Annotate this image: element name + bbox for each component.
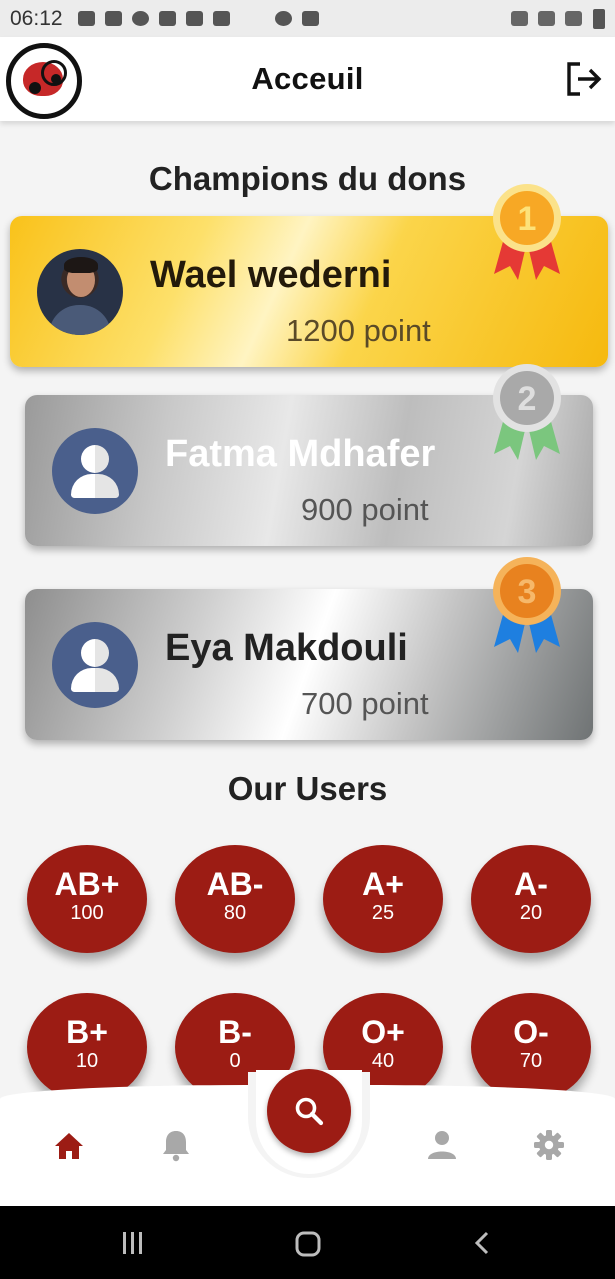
blood-count: 100 <box>70 902 104 924</box>
blood-type: O- <box>513 1014 549 1050</box>
blood-group-a-minus[interactable]: A- 20 <box>471 845 591 953</box>
silver-medal-icon: 2 <box>493 364 561 460</box>
blood-count: 70 <box>519 1050 543 1072</box>
champion-points: 700 point <box>301 686 429 721</box>
blood-type: B- <box>218 1014 252 1050</box>
bronze-medal-icon: 3 <box>493 557 561 653</box>
blood-group-ab-minus[interactable]: AB- 80 <box>175 845 295 953</box>
champion-points: 1200 point <box>286 313 431 348</box>
avatar <box>52 622 138 708</box>
blood-group-ab-plus[interactable]: AB+ 100 <box>27 845 147 953</box>
blood-type: AB+ <box>54 866 120 902</box>
champion-name: Wael wederni <box>150 254 392 296</box>
medal-rank: 2 <box>518 380 537 418</box>
home-icon[interactable] <box>51 1128 87 1162</box>
status-right <box>506 8 605 29</box>
messenger-icon <box>131 11 149 26</box>
app-bar: Acceuil <box>0 37 615 121</box>
flag-icon <box>104 11 122 26</box>
blood-type: A- <box>514 866 548 902</box>
users-title: Our Users <box>227 770 388 807</box>
blood-type: A+ <box>362 866 404 902</box>
alarm-icon <box>274 11 292 26</box>
blood-group-a-plus[interactable]: A+ 25 <box>323 845 443 953</box>
medal-rank: 3 <box>518 573 537 611</box>
blood-count: 20 <box>519 902 543 924</box>
status-bar: 06:12 <box>0 0 615 37</box>
champion-name: Eya Makdouli <box>165 627 408 669</box>
search-icon <box>295 1097 324 1126</box>
battery-icon <box>593 8 605 29</box>
blood-group-o-minus[interactable]: O- 70 <box>471 993 591 1101</box>
crossed-app-icon <box>185 11 203 26</box>
system-nav-bar <box>0 1206 615 1279</box>
blood-count: 25 <box>371 902 395 924</box>
home-system-icon[interactable] <box>294 1230 322 1258</box>
logout-icon[interactable] <box>565 61 603 97</box>
status-time: 06:12 <box>10 6 63 30</box>
recents-icon[interactable] <box>120 1230 146 1256</box>
blood-group-b-plus[interactable]: B+ 10 <box>27 993 147 1101</box>
video-icon <box>212 11 230 26</box>
mail-icon <box>158 11 176 26</box>
app-logo <box>6 43 82 119</box>
blood-type: O+ <box>361 1014 405 1050</box>
blood-count: 10 <box>75 1050 99 1072</box>
gear-icon[interactable] <box>531 1128 567 1162</box>
champion-name: Fatma Mdhafer <box>165 433 436 475</box>
medal-rank: 1 <box>518 200 537 238</box>
search-button[interactable] <box>267 1069 351 1153</box>
champion-points: 900 point <box>301 492 429 527</box>
avatar <box>52 428 138 514</box>
network-icon <box>538 11 555 26</box>
blood-type: B+ <box>66 1014 108 1050</box>
avatar <box>37 249 123 335</box>
bell-icon[interactable] <box>158 1128 194 1162</box>
page-title: Acceuil <box>251 61 364 96</box>
back-icon[interactable] <box>470 1230 496 1256</box>
signal-icon <box>565 11 582 26</box>
blood-type: AB- <box>206 866 264 902</box>
message-icon <box>77 11 95 26</box>
gallery-icon <box>301 11 319 26</box>
blood-count: 80 <box>223 902 247 924</box>
gold-medal-icon: 1 <box>493 184 561 280</box>
mute-icon <box>511 11 528 26</box>
person-icon[interactable] <box>424 1128 460 1162</box>
